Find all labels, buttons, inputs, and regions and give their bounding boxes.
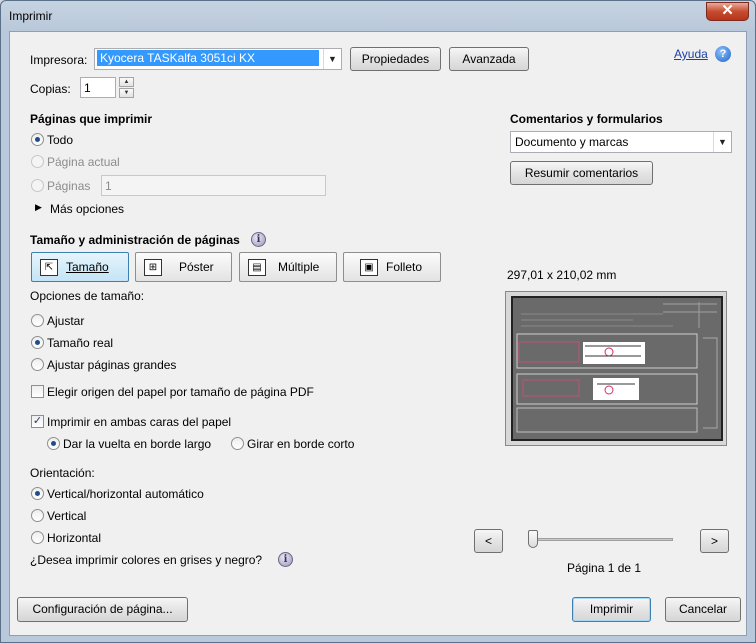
print-dialog: Imprimir ✕ Impresora: Kyocera TASKalfa 3… bbox=[0, 0, 756, 643]
prev-page-button[interactable]: < bbox=[474, 529, 503, 553]
info-icon[interactable]: i bbox=[278, 552, 293, 567]
tab-poster-label: Póster bbox=[179, 260, 214, 274]
page-slider-thumb[interactable] bbox=[528, 530, 538, 548]
choose-paper-checkbox[interactable] bbox=[31, 385, 44, 398]
info-icon[interactable]: i bbox=[251, 232, 266, 247]
comments-selected: Documento y marcas bbox=[515, 135, 629, 149]
tab-multiple[interactable]: ▤ Múltiple bbox=[239, 252, 337, 282]
flip-long-radio[interactable] bbox=[47, 437, 60, 450]
more-options-toggle[interactable]: Más opciones bbox=[50, 202, 124, 216]
tab-booklet[interactable]: ▣ Folleto bbox=[343, 252, 441, 282]
sizing-heading: Tamaño y administración de páginas bbox=[30, 233, 240, 247]
pages-current-label: Página actual bbox=[47, 155, 120, 169]
tab-booklet-label: Folleto bbox=[386, 260, 423, 274]
tab-multiple-label: Múltiple bbox=[278, 260, 320, 274]
print-button[interactable]: Imprimir bbox=[572, 597, 651, 622]
size-actual-radio[interactable] bbox=[31, 336, 44, 349]
preview-dimensions: 297,01 x 210,02 mm bbox=[507, 268, 617, 282]
pages-range-value: 1 bbox=[105, 179, 112, 193]
duplex-label: Imprimir en ambas caras del papel bbox=[47, 415, 232, 429]
properties-button[interactable]: Propiedades bbox=[350, 47, 441, 71]
printer-select[interactable]: Kyocera TASKalfa 3051ci KX ▼ bbox=[94, 48, 342, 70]
next-page-button[interactable]: > bbox=[700, 529, 729, 553]
size-fit-radio[interactable] bbox=[31, 314, 44, 327]
chevron-down-icon: ▼ bbox=[713, 132, 731, 152]
tab-size[interactable]: ⇱ Tamaño bbox=[31, 252, 129, 282]
title-bar[interactable]: Imprimir ✕ bbox=[1, 1, 755, 31]
orientation-landscape-label: Horizontal bbox=[47, 531, 102, 545]
orientation-auto-label: Vertical/horizontal automático bbox=[47, 487, 204, 501]
tab-poster[interactable]: ⊞ Póster bbox=[135, 252, 232, 282]
size-actual-label: Tamaño real bbox=[47, 336, 114, 350]
page-preview bbox=[505, 291, 727, 446]
floor-plan-preview-image bbox=[513, 298, 721, 439]
grayscale-question: ¿Desea imprimir colores en grises y negr… bbox=[30, 553, 263, 567]
flip-short-label: Girar en borde corto bbox=[247, 437, 355, 451]
cancel-button[interactable]: Cancelar bbox=[665, 597, 741, 622]
flip-short-radio[interactable] bbox=[231, 437, 244, 450]
pages-range-label: Páginas bbox=[47, 179, 91, 193]
size-shrink-label: Ajustar páginas grandes bbox=[47, 358, 177, 372]
size-options-label: Opciones de tamaño: bbox=[30, 289, 145, 303]
booklet-icon: ▣ bbox=[360, 259, 378, 276]
page-status: Página 1 de 1 bbox=[567, 561, 642, 575]
dialog-body: Impresora: Kyocera TASKalfa 3051ci KX ▼ … bbox=[9, 31, 747, 636]
window-title: Imprimir bbox=[9, 9, 53, 23]
expand-triangle-icon[interactable]: ▶ bbox=[35, 202, 42, 213]
orientation-label: Orientación: bbox=[30, 466, 95, 480]
orientation-auto-radio[interactable] bbox=[31, 487, 44, 500]
choose-paper-label: Elegir origen del papel por tamaño de pá… bbox=[47, 385, 314, 399]
multiple-icon: ▤ bbox=[248, 259, 266, 276]
flip-long-label: Dar la vuelta en borde largo bbox=[63, 437, 212, 451]
size-fit-label: Ajustar bbox=[47, 314, 85, 328]
duplex-checkbox[interactable]: ✓ bbox=[31, 415, 44, 428]
orientation-landscape-radio[interactable] bbox=[31, 531, 44, 544]
tab-size-label: Tamaño bbox=[66, 260, 109, 274]
help-icon[interactable]: ? bbox=[715, 46, 731, 62]
pages-heading: Páginas que imprimir bbox=[30, 112, 153, 126]
printer-selected: Kyocera TASKalfa 3051ci KX bbox=[97, 50, 319, 66]
pages-range-radio[interactable] bbox=[31, 179, 44, 192]
comments-heading: Comentarios y formularios bbox=[510, 112, 663, 126]
comments-select[interactable]: Documento y marcas ▼ bbox=[510, 131, 732, 153]
pages-all-label: Todo bbox=[47, 133, 74, 147]
pages-all-radio[interactable] bbox=[31, 133, 44, 146]
size-icon: ⇱ bbox=[40, 259, 58, 276]
advanced-button[interactable]: Avanzada bbox=[449, 47, 529, 71]
help-link[interactable]: Ayuda bbox=[674, 47, 708, 61]
printer-label: Impresora: bbox=[30, 53, 88, 67]
summarize-comments-button[interactable]: Resumir comentarios bbox=[510, 161, 653, 185]
copies-label: Copias: bbox=[30, 82, 71, 96]
page-setup-button[interactable]: Configuración de página... bbox=[17, 597, 188, 622]
copies-value: 1 bbox=[84, 81, 91, 95]
orientation-portrait-label: Vertical bbox=[47, 509, 87, 523]
pages-range-input[interactable]: 1 bbox=[101, 175, 326, 196]
copies-input[interactable]: 1 bbox=[80, 77, 116, 98]
chevron-down-icon: ▼ bbox=[323, 49, 341, 69]
copies-down-icon[interactable]: ▼ bbox=[119, 88, 134, 98]
preview-sheet bbox=[511, 296, 723, 441]
copies-up-icon[interactable]: ▲ bbox=[119, 77, 134, 87]
page-slider-track[interactable] bbox=[531, 538, 673, 541]
orientation-portrait-radio[interactable] bbox=[31, 509, 44, 522]
pages-current-radio[interactable] bbox=[31, 155, 44, 168]
size-shrink-radio[interactable] bbox=[31, 358, 44, 371]
close-button[interactable]: ✕ bbox=[706, 2, 749, 21]
poster-icon: ⊞ bbox=[144, 259, 162, 276]
